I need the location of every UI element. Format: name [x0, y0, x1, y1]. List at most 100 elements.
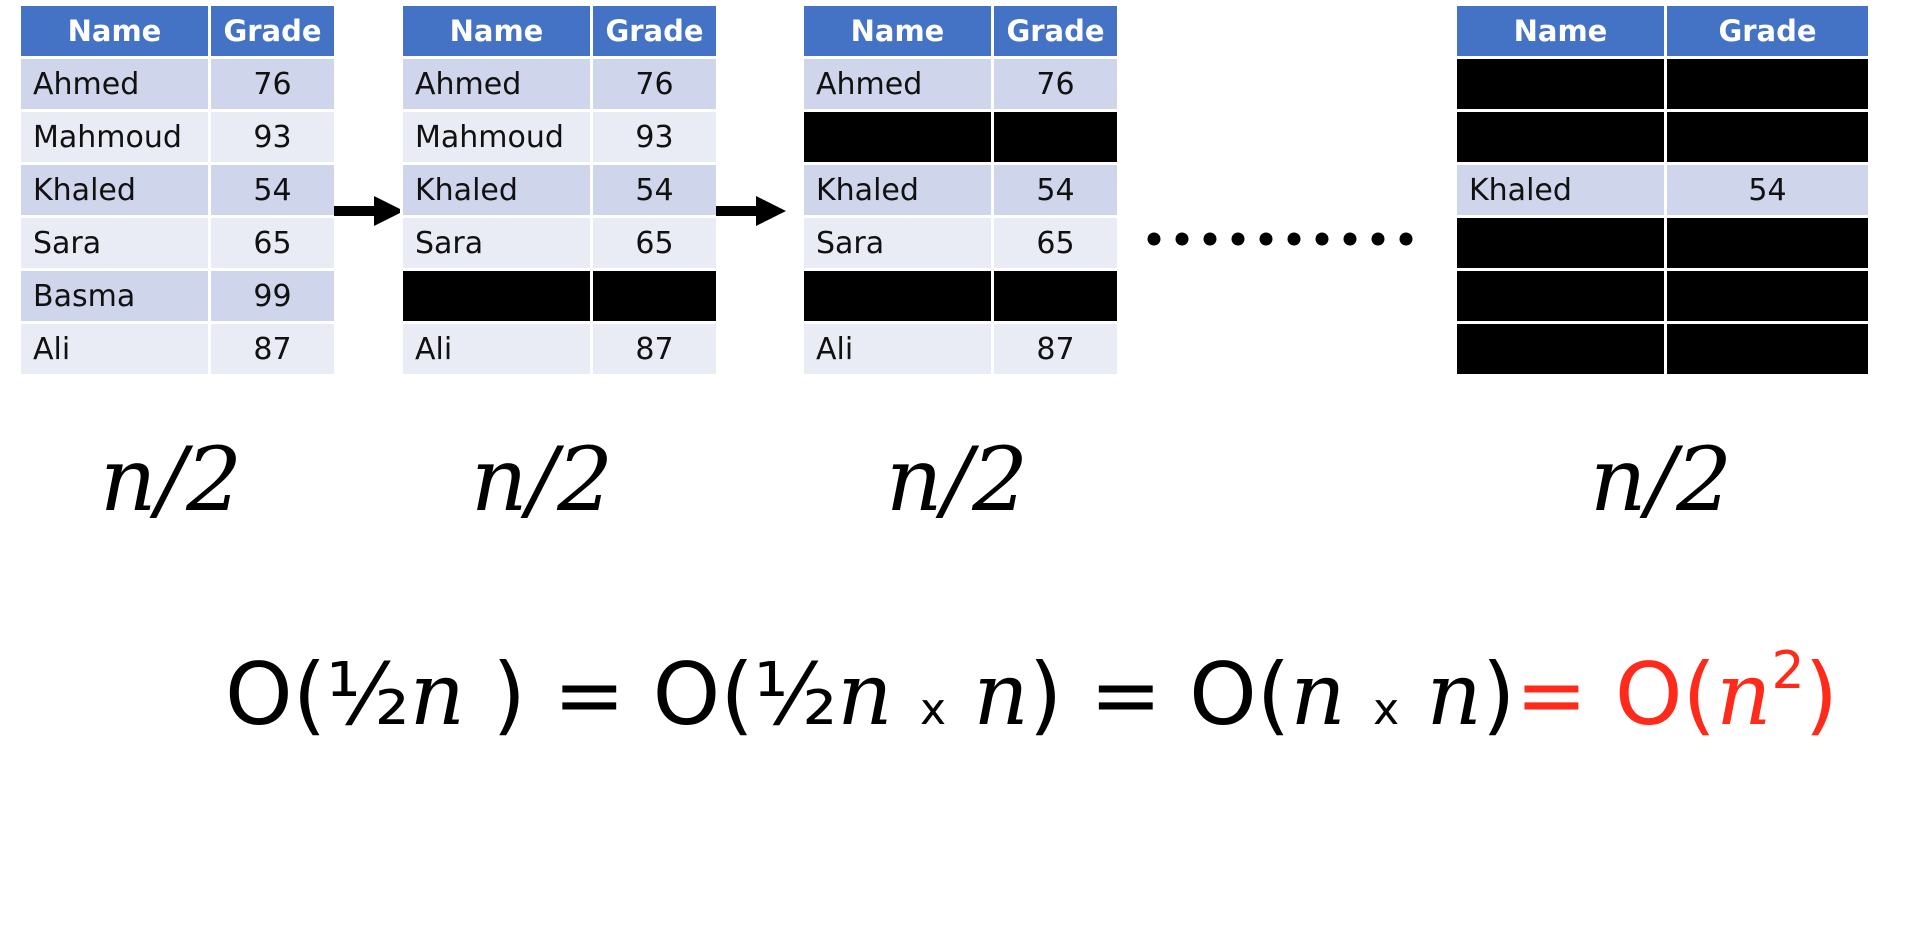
student-name-cell: Ahmed [18, 56, 211, 112]
table-row: Ahmed 76 [400, 56, 719, 112]
hidden-cell [1664, 215, 1871, 271]
table-row: Sara 65 [18, 215, 337, 271]
hidden-cell [1664, 268, 1871, 324]
hidden-cell [590, 268, 719, 324]
hidden-cell [1664, 56, 1871, 112]
grade-column-header: Grade [208, 3, 337, 59]
hidden-table-row [801, 268, 1120, 324]
student-name-cell: Khaled [1454, 162, 1667, 218]
result-prefix: = O( [1515, 645, 1717, 745]
n-variable: n [973, 645, 1029, 745]
exponent: 2 [1771, 641, 1805, 701]
grade-cell: 93 [590, 109, 719, 165]
student-name-cell: Ali [18, 321, 211, 377]
hidden-table-row [400, 268, 719, 324]
table-row: Mahmoud 93 [400, 109, 719, 165]
times-sign: x [1373, 684, 1400, 735]
hidden-table-row [1454, 321, 1871, 377]
right-arrow-icon [716, 196, 786, 226]
student-name-cell: Khaled [400, 162, 593, 218]
name-column-header: Name [801, 3, 994, 59]
grade-cell: 54 [991, 162, 1120, 218]
complexity-formula: O(½n ) = O(½n x n) = O(n x n)= O(n2) [225, 635, 1838, 755]
close-paren: ) [1481, 645, 1516, 745]
grade-cell: 65 [590, 215, 719, 271]
hidden-table-row [801, 109, 1120, 165]
table-row: Ahmed 76 [801, 56, 1120, 112]
n-variable: n [1426, 645, 1482, 745]
grade-cell: 54 [1664, 162, 1871, 218]
table-row: Ali 87 [400, 321, 719, 377]
n-variable: n [837, 645, 893, 745]
hidden-cell [1454, 56, 1667, 112]
grade-cell: 76 [208, 56, 337, 112]
close-paren: ) [1028, 645, 1063, 745]
grade-column-header: Grade [1664, 3, 1871, 59]
grade-column-header: Grade [590, 3, 719, 59]
big-o-open: O( [1189, 645, 1291, 745]
student-name-cell: Ali [400, 321, 593, 377]
hidden-cell [400, 268, 593, 324]
hidden-cell [801, 109, 994, 165]
table-row: Khaled 54 [1454, 162, 1871, 218]
n-over-2-label: n/2 [470, 428, 614, 531]
equals-sign: = [553, 645, 626, 745]
table-row: Ahmed 76 [18, 56, 337, 112]
student-name-cell: Khaled [18, 162, 211, 218]
student-table-3: Name Grade Ahmed 76 Khaled 54 Sara 65 Al… [801, 3, 1120, 377]
name-column-header: Name [18, 3, 211, 59]
hidden-cell [1454, 321, 1667, 377]
grade-cell: 76 [991, 56, 1120, 112]
grade-cell: 99 [208, 268, 337, 324]
grade-cell: 87 [208, 321, 337, 377]
student-name-cell: Sara [400, 215, 593, 271]
grade-cell: 54 [208, 162, 337, 218]
n-over-2-label: n/2 [99, 428, 243, 531]
hidden-table-row [1454, 215, 1871, 271]
table-row: Ali 87 [18, 321, 337, 377]
student-name-cell: Sara [18, 215, 211, 271]
hidden-cell [1664, 109, 1871, 165]
n-over-2-label: n/2 [885, 428, 1029, 531]
ellipsis-dots-icon [1147, 232, 1413, 246]
hidden-table-row [1454, 109, 1871, 165]
grade-cell: 87 [590, 321, 719, 377]
student-table-1: Name Grade Ahmed 76 Mahmoud 93 Khaled 54… [18, 3, 337, 377]
grade-cell: 65 [991, 215, 1120, 271]
half-symbol: ½ [753, 645, 838, 745]
grade-cell: 93 [208, 109, 337, 165]
n-variable: n [1716, 645, 1772, 745]
table-row: Mahmoud 93 [18, 109, 337, 165]
hidden-table-row [1454, 56, 1871, 112]
student-name-cell: Khaled [801, 162, 994, 218]
hidden-cell [801, 268, 994, 324]
hidden-cell [1664, 321, 1871, 377]
table-row: Sara 65 [400, 215, 719, 271]
table-row: Khaled 54 [400, 162, 719, 218]
grade-cell: 65 [208, 215, 337, 271]
table-row: Khaled 54 [801, 162, 1120, 218]
grade-column-header: Grade [991, 3, 1120, 59]
hidden-cell [1454, 268, 1667, 324]
student-name-cell: Ahmed [400, 56, 593, 112]
hidden-cell [1454, 215, 1667, 271]
grade-cell: 54 [590, 162, 719, 218]
close-paren: ) [492, 645, 526, 745]
student-table-2: Name Grade Ahmed 76 Mahmoud 93 Khaled 54… [400, 3, 719, 377]
big-o-n-squared-result: = O(n2) [1515, 645, 1838, 745]
table-row: Ali 87 [801, 321, 1120, 377]
equals-sign: = [1089, 645, 1162, 745]
big-o-open: O( [225, 645, 327, 745]
hidden-cell [991, 109, 1120, 165]
name-column-header: Name [1454, 3, 1667, 59]
student-name-cell: Mahmoud [400, 109, 593, 165]
half-symbol: ½ [326, 645, 410, 745]
student-name-cell: Sara [801, 215, 994, 271]
table-row: Sara 65 [801, 215, 1120, 271]
times-sign: x [920, 684, 947, 735]
right-arrow-icon [334, 196, 404, 226]
hidden-cell [991, 268, 1120, 324]
n-variable: n [409, 645, 465, 745]
hidden-table-row [1454, 268, 1871, 324]
table-row: Basma 99 [18, 268, 337, 324]
